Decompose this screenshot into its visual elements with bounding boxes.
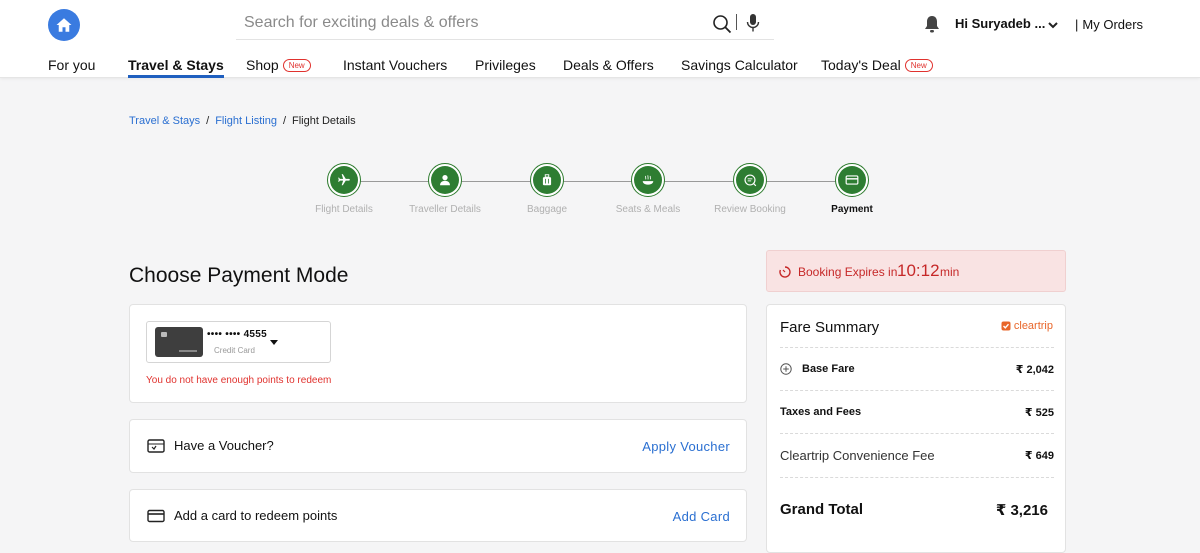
- step-traveller-details[interactable]: Traveller Details: [395, 163, 495, 215]
- taxes-value: ₹ 525: [1024, 407, 1054, 419]
- nav-item-instant-vouchers[interactable]: Instant Vouchers: [343, 56, 447, 74]
- fare-divider: [780, 477, 1054, 478]
- card-number: •••• •••• 4555: [207, 329, 268, 340]
- convenience-fee-label: Cleartrip Convenience Fee: [780, 448, 935, 463]
- card-selector[interactable]: •••• •••• 4555 Credit Card: [146, 321, 331, 363]
- nav-item-label: Travel & Stays: [128, 57, 224, 73]
- points-error-message: You do not have enough points to redeem: [146, 375, 332, 386]
- step-label: Payment: [831, 204, 873, 215]
- new-badge: New: [282, 58, 311, 72]
- breadcrumb-current: Flight Details: [292, 115, 356, 127]
- voucher-label: Have a Voucher?: [174, 438, 274, 453]
- fare-divider: [780, 347, 1054, 348]
- plane-icon: [338, 174, 350, 186]
- step-review-booking[interactable]: Review Booking: [700, 163, 800, 215]
- breadcrumb-travel-stays[interactable]: Travel & Stays: [129, 115, 200, 127]
- saved-card-panel: •••• •••• 4555 Credit Card You do not ha…: [129, 304, 747, 403]
- expiry-time: 10:12: [897, 261, 940, 280]
- apply-voucher-button[interactable]: Apply Voucher: [642, 439, 730, 454]
- nav-item-label: Shop: [246, 57, 279, 73]
- breadcrumb-separator: /: [282, 115, 287, 127]
- person-icon: [440, 175, 450, 186]
- nav-item-deals-offers[interactable]: Deals & Offers: [563, 56, 654, 74]
- voucher-panel: Have a Voucher? Apply Voucher: [129, 419, 747, 473]
- grand-total-label: Grand Total: [780, 501, 864, 518]
- page-title: Choose Payment Mode: [129, 264, 349, 287]
- credit-card-icon: [147, 509, 165, 523]
- step-label: Review Booking: [714, 204, 786, 215]
- booking-expiry-banner: Booking Expires in 10:12 min: [766, 250, 1066, 292]
- nav-item-label: Instant Vouchers: [343, 57, 448, 73]
- expiry-unit: min: [940, 265, 960, 279]
- card-icon: [845, 175, 859, 185]
- home-icon: [56, 18, 72, 32]
- timer-icon: [779, 266, 791, 278]
- caret-down-icon[interactable]: [270, 340, 278, 345]
- search-bar: [236, 6, 774, 40]
- fare-divider: [780, 390, 1054, 391]
- my-orders-link[interactable]: | My Orders: [1075, 17, 1143, 32]
- step-label: Baggage: [526, 204, 568, 215]
- top-header: Hi Suryadeb ... |My Orders For you Trave…: [0, 0, 1200, 78]
- mic-icon[interactable]: [746, 13, 760, 33]
- breadcrumb-separator: /: [206, 115, 210, 127]
- nav-item-label: Privileges: [475, 57, 536, 73]
- step-baggage[interactable]: Baggage: [497, 163, 597, 215]
- add-card-label: Add a card to redeem points: [174, 508, 338, 523]
- fare-summary-title: Fare Summary: [780, 319, 880, 336]
- fare-summary-panel: Fare Summary cleartrip Base Fare ₹ 2,042…: [766, 304, 1066, 553]
- breadcrumb-flight-listing[interactable]: Flight Listing: [215, 115, 277, 127]
- step-label: Flight Details: [315, 204, 373, 215]
- card-type: Credit Card: [214, 346, 255, 355]
- nav-item-label: Savings Calculator: [681, 57, 798, 73]
- fare-divider: [780, 433, 1054, 434]
- nav-item-todays-deal[interactable]: Today's Deal New: [821, 56, 933, 74]
- step-label: Traveller Details: [409, 204, 481, 215]
- expiry-label: Booking Expires in: [798, 265, 898, 279]
- new-badge: New: [904, 58, 933, 72]
- base-fare-value: ₹ 2,042: [1015, 364, 1054, 376]
- baggage-icon: [542, 174, 552, 186]
- voucher-icon: [147, 439, 165, 453]
- step-flight-details[interactable]: Flight Details: [294, 163, 394, 215]
- orders-separator: |: [1075, 17, 1079, 32]
- nav-item-label: Deals & Offers: [563, 57, 654, 73]
- main-nav: For you Travel & Stays Shop New Instant …: [0, 52, 1200, 78]
- step-payment[interactable]: Payment: [802, 163, 902, 215]
- cleartrip-check-icon: [1001, 321, 1011, 331]
- nav-item-label: For you: [48, 57, 96, 73]
- nav-item-label: Today's Deal: [821, 57, 901, 73]
- taxes-label: Taxes and Fees: [780, 406, 862, 418]
- user-greeting[interactable]: Hi Suryadeb ...: [955, 16, 1045, 31]
- nav-item-travel-stays[interactable]: Travel & Stays: [128, 56, 224, 78]
- breadcrumb: Travel & Stays / Flight Listing / Flight Det…: [129, 115, 356, 127]
- nav-item-shop[interactable]: Shop New: [246, 56, 311, 74]
- convenience-fee-value: ₹ 649: [1024, 450, 1054, 462]
- credit-card-image: [155, 327, 203, 357]
- step-seats-meals[interactable]: Seats & Meals: [598, 163, 698, 215]
- add-card-button[interactable]: Add Card: [673, 509, 730, 524]
- search-divider: [736, 14, 737, 30]
- nav-item-privileges[interactable]: Privileges: [475, 56, 536, 74]
- bell-icon[interactable]: [922, 14, 942, 34]
- search-icon[interactable]: [712, 14, 732, 34]
- review-icon: [744, 174, 757, 187]
- expand-plus-icon[interactable]: [780, 363, 792, 375]
- my-orders-label: My Orders: [1082, 17, 1144, 32]
- chevron-down-icon[interactable]: [1047, 19, 1059, 31]
- nav-item-for-you[interactable]: For you: [48, 56, 95, 74]
- add-card-panel: Add a card to redeem points Add Card: [129, 489, 747, 542]
- cleartrip-logo: cleartrip: [1001, 320, 1053, 332]
- meal-icon: [642, 175, 654, 185]
- nav-item-savings-calculator[interactable]: Savings Calculator: [681, 56, 798, 74]
- search-input[interactable]: [236, 7, 696, 38]
- booking-stepper: Flight Details Traveller Details Baggage: [300, 163, 900, 223]
- home-button[interactable]: [48, 9, 80, 41]
- cleartrip-label: cleartrip: [1013, 320, 1053, 332]
- base-fare-label: Base Fare: [802, 363, 855, 375]
- grand-total-value: ₹ 3,216: [995, 502, 1048, 519]
- step-label: Seats & Meals: [615, 204, 681, 215]
